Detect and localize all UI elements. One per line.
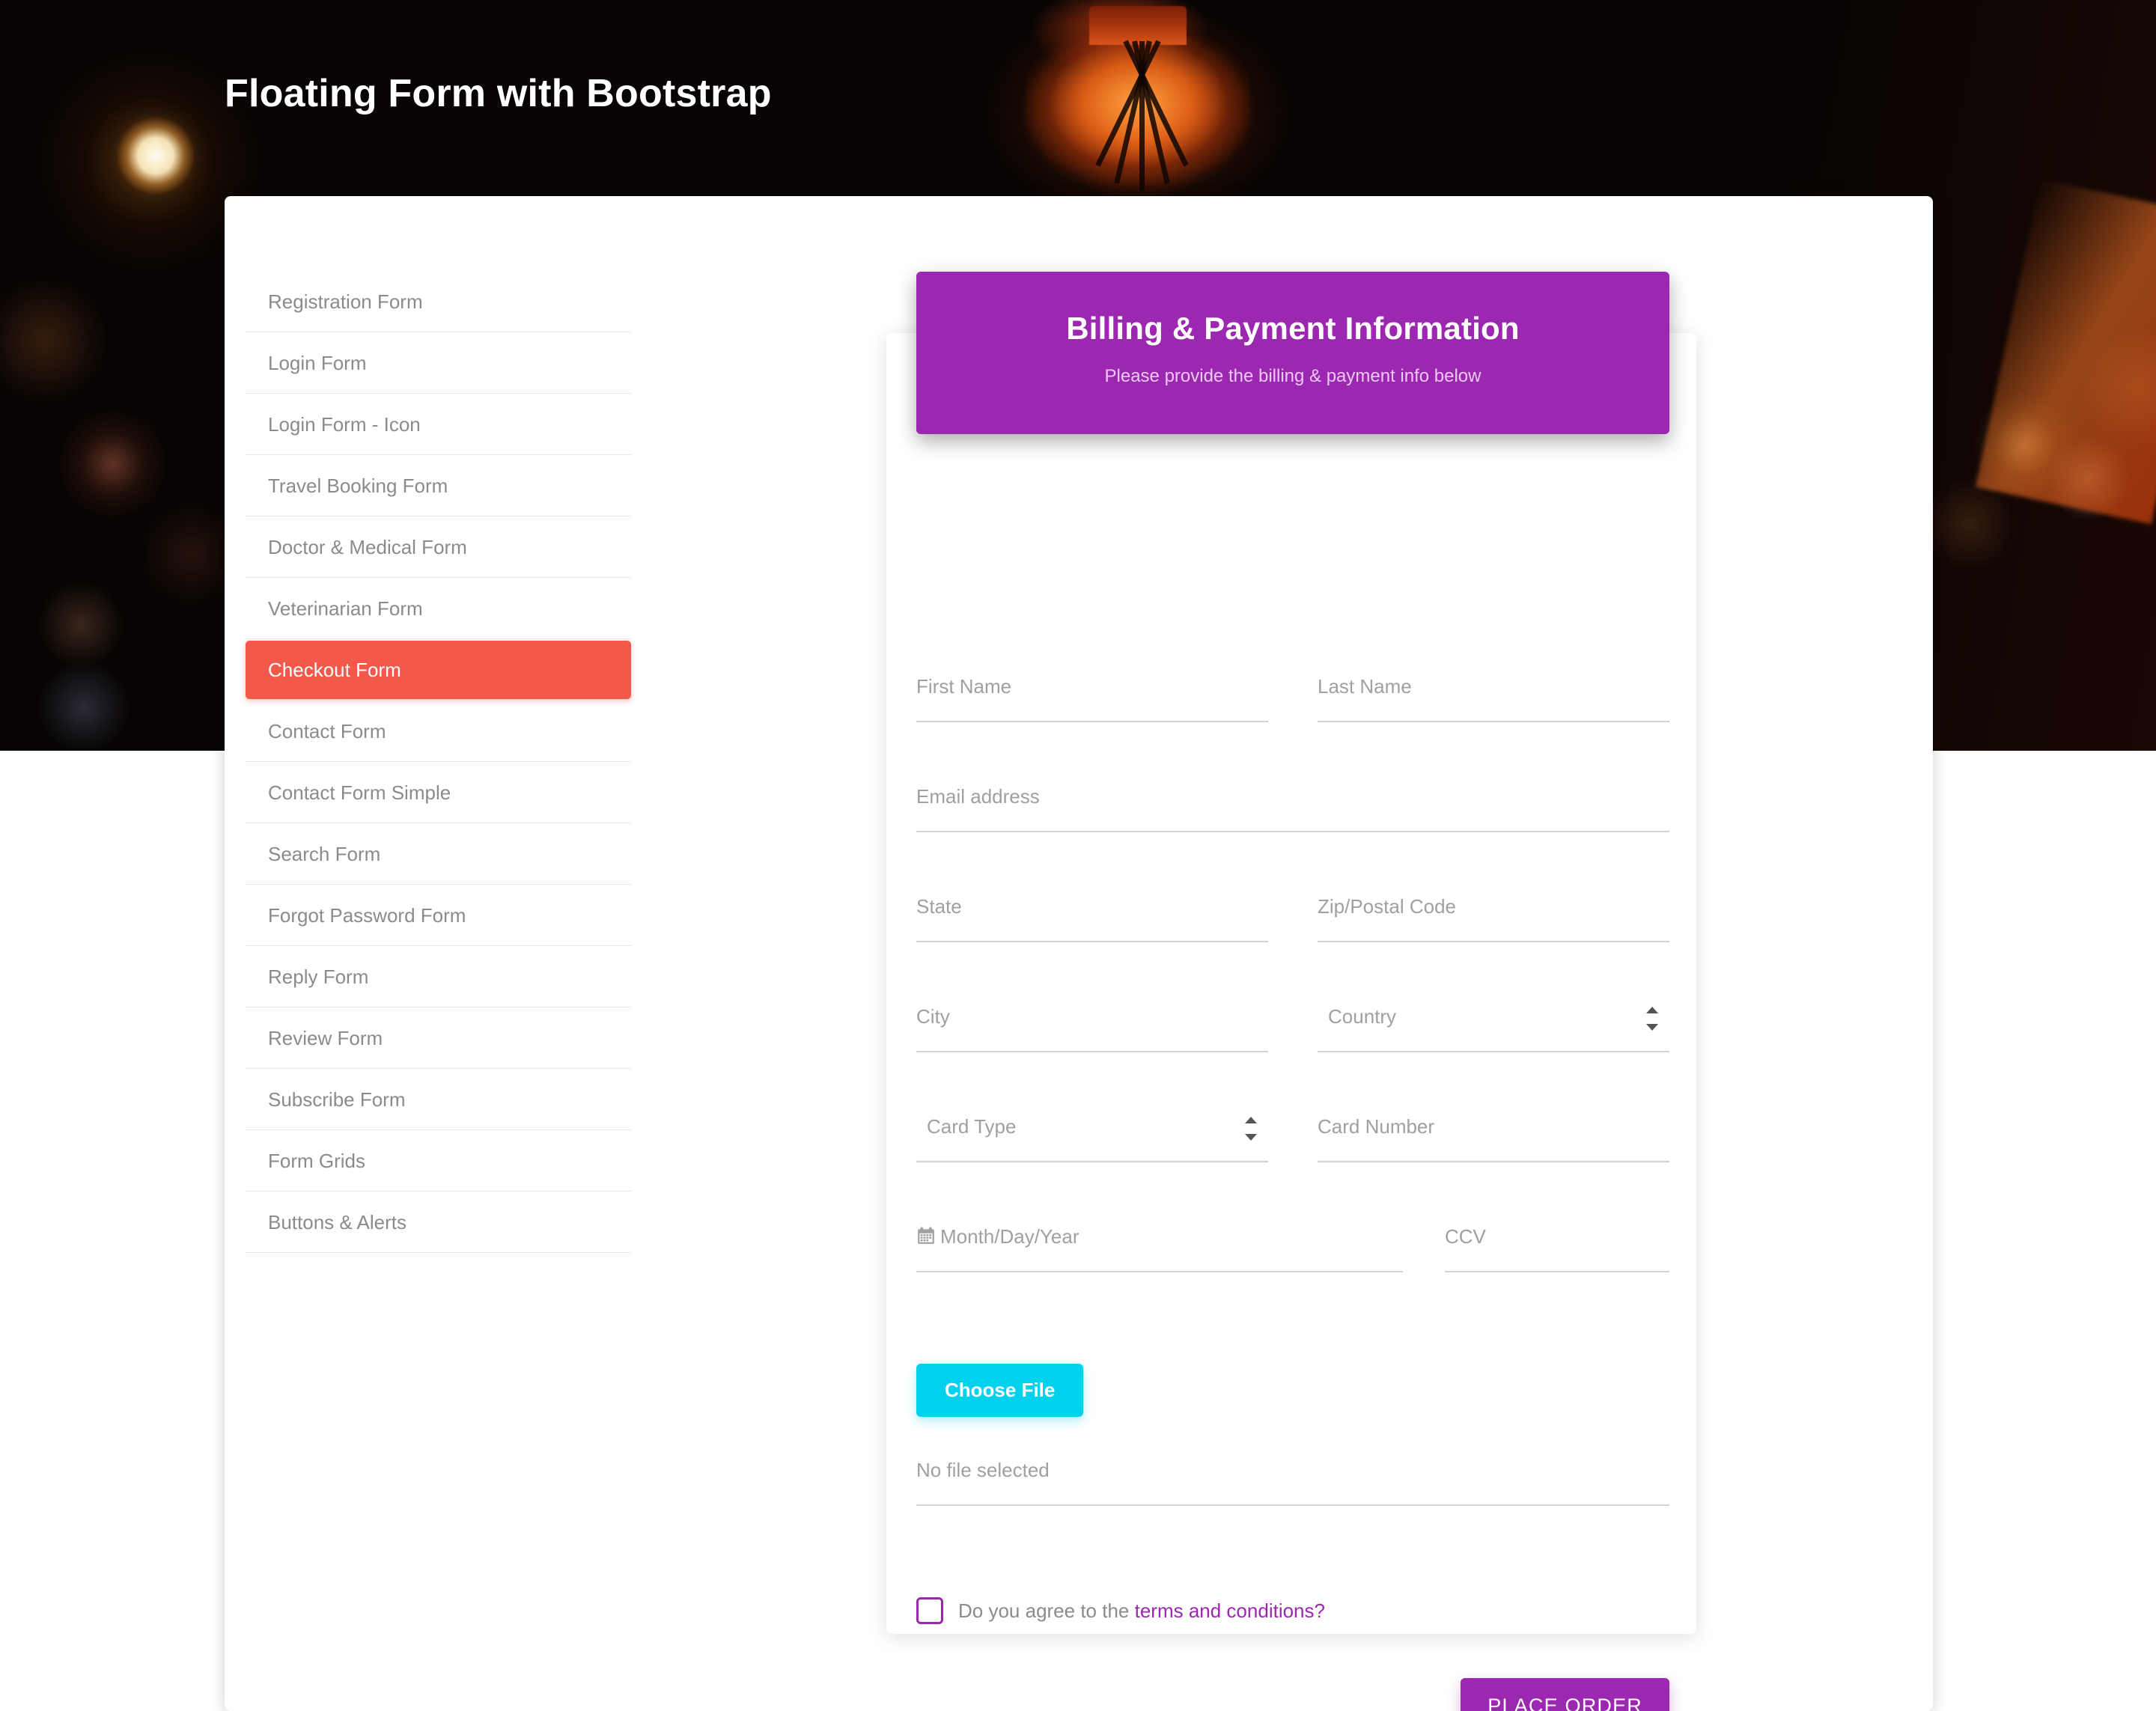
ccv-underline (1445, 1271, 1669, 1272)
sidebar-item-veterinarian-form[interactable]: Veterinarian Form (246, 578, 631, 639)
expiry-date-underline (916, 1271, 1403, 1272)
email-label: Email address (916, 785, 1040, 808)
page-card: Registration Form Login Form Login Form … (225, 196, 1933, 1711)
terms-checkbox[interactable] (916, 1597, 943, 1624)
sidebar-item-checkout-form[interactable]: Checkout Form (246, 641, 631, 699)
card-header-title: Billing & Payment Information (1066, 311, 1520, 346)
ccv-field[interactable]: CCV (1445, 1225, 1669, 1280)
sidebar-item-forgot-password-form[interactable]: Forgot Password Form (246, 885, 631, 946)
expiry-date-label: Month/Day/Year (940, 1225, 1079, 1248)
sidebar-item-login-form-icon[interactable]: Login Form - Icon (246, 394, 631, 455)
sidebar-item-review-form[interactable]: Review Form (246, 1007, 631, 1069)
city-underline (916, 1051, 1268, 1052)
form-row-agreement: Do you agree to the terms and conditions… (916, 1597, 1669, 1624)
country-underline (1318, 1051, 1669, 1052)
sidebar-item-login-form[interactable]: Login Form (246, 332, 631, 394)
sidebar-item-registration-form[interactable]: Registration Form (246, 271, 631, 332)
sidebar-item-travel-booking-form[interactable]: Travel Booking Form (246, 455, 631, 516)
first-name-underline (916, 721, 1268, 722)
sidebar-item-doctor-medical-form[interactable]: Doctor & Medical Form (246, 516, 631, 578)
card-type-select[interactable]: Card Type (916, 1115, 1268, 1170)
sidebar-item-contact-form-simple[interactable]: Contact Form Simple (246, 762, 631, 823)
chevron-updown-icon[interactable] (1645, 1007, 1659, 1031)
card-number-field[interactable]: Card Number (1318, 1115, 1669, 1170)
terms-and-conditions-link[interactable]: terms and conditions? (1135, 1599, 1325, 1622)
file-status-label: No file selected (916, 1459, 1050, 1481)
file-status-underline (916, 1504, 1669, 1506)
card-type-label: Card Type (927, 1115, 1017, 1138)
form-row-file-status: No file selected (916, 1459, 1669, 1513)
country-select[interactable]: Country (1318, 1005, 1669, 1060)
email-field[interactable]: Email address (916, 785, 1669, 840)
last-name-underline (1318, 721, 1669, 722)
sidebar-item-contact-form[interactable]: Contact Form (246, 701, 631, 762)
expiry-date-label-wrap: Month/Day/Year (916, 1225, 1403, 1248)
state-underline (916, 941, 1268, 942)
place-order-button[interactable]: PLACE ORDER (1461, 1678, 1669, 1711)
card-number-label: Card Number (1318, 1115, 1435, 1138)
terms-label-text: Do you agree to the (958, 1599, 1135, 1622)
pendant-lamp-cap (1089, 6, 1187, 45)
sidebar-item-subscribe-form[interactable]: Subscribe Form (246, 1069, 631, 1130)
page-title: Floating Form with Bootstrap (225, 72, 772, 115)
form-row-expiry-ccv: Month/Day/Year CCV (916, 1225, 1669, 1280)
form-row-submit: PLACE ORDER (916, 1678, 1669, 1711)
email-underline (916, 831, 1669, 832)
last-name-field[interactable]: Last Name (1318, 675, 1669, 730)
last-name-label: Last Name (1318, 675, 1412, 698)
form-row-name: First Name Last Name (916, 675, 1669, 730)
form-row-email: Email address (916, 785, 1669, 840)
card-number-underline (1318, 1161, 1669, 1162)
zip-label: Zip/Postal Code (1318, 895, 1456, 918)
zip-underline (1318, 941, 1669, 942)
first-name-label: First Name (916, 675, 1012, 698)
sidebar-nav: Registration Form Login Form Login Form … (246, 271, 631, 1253)
zip-field[interactable]: Zip/Postal Code (1318, 895, 1669, 950)
card-header-subtitle: Please provide the billing & payment inf… (1104, 366, 1482, 386)
form-row-file-button: Choose File (916, 1364, 1669, 1417)
state-label: State (916, 895, 962, 918)
city-field[interactable]: City (916, 1005, 1268, 1060)
form-row-city-country: City Country (916, 1005, 1669, 1060)
ccv-label: CCV (1445, 1225, 1486, 1248)
card-type-underline (916, 1161, 1268, 1162)
sidebar-item-buttons-alerts[interactable]: Buttons & Alerts (246, 1192, 631, 1253)
checkout-form-body: First Name Last Name Email address State… (916, 675, 1669, 1711)
choose-file-button[interactable]: Choose File (916, 1364, 1084, 1417)
calendar-icon (918, 1227, 934, 1244)
state-field[interactable]: State (916, 895, 1268, 950)
card-header: Billing & Payment Information Please pro… (916, 272, 1669, 434)
terms-label: Do you agree to the terms and conditions… (958, 1599, 1325, 1623)
country-label: Country (1328, 1005, 1397, 1028)
form-row-state-zip: State Zip/Postal Code (916, 895, 1669, 950)
form-row-card: Card Type Card Number (916, 1115, 1669, 1170)
sidebar-item-reply-form[interactable]: Reply Form (246, 946, 631, 1007)
sidebar-item-search-form[interactable]: Search Form (246, 823, 631, 885)
chevron-updown-icon[interactable] (1244, 1117, 1258, 1141)
sidebar-item-form-grids[interactable]: Form Grids (246, 1130, 631, 1192)
file-status-field: No file selected (916, 1459, 1669, 1513)
expiry-date-field[interactable]: Month/Day/Year (916, 1225, 1403, 1280)
city-label: City (916, 1005, 950, 1028)
first-name-field[interactable]: First Name (916, 675, 1268, 730)
